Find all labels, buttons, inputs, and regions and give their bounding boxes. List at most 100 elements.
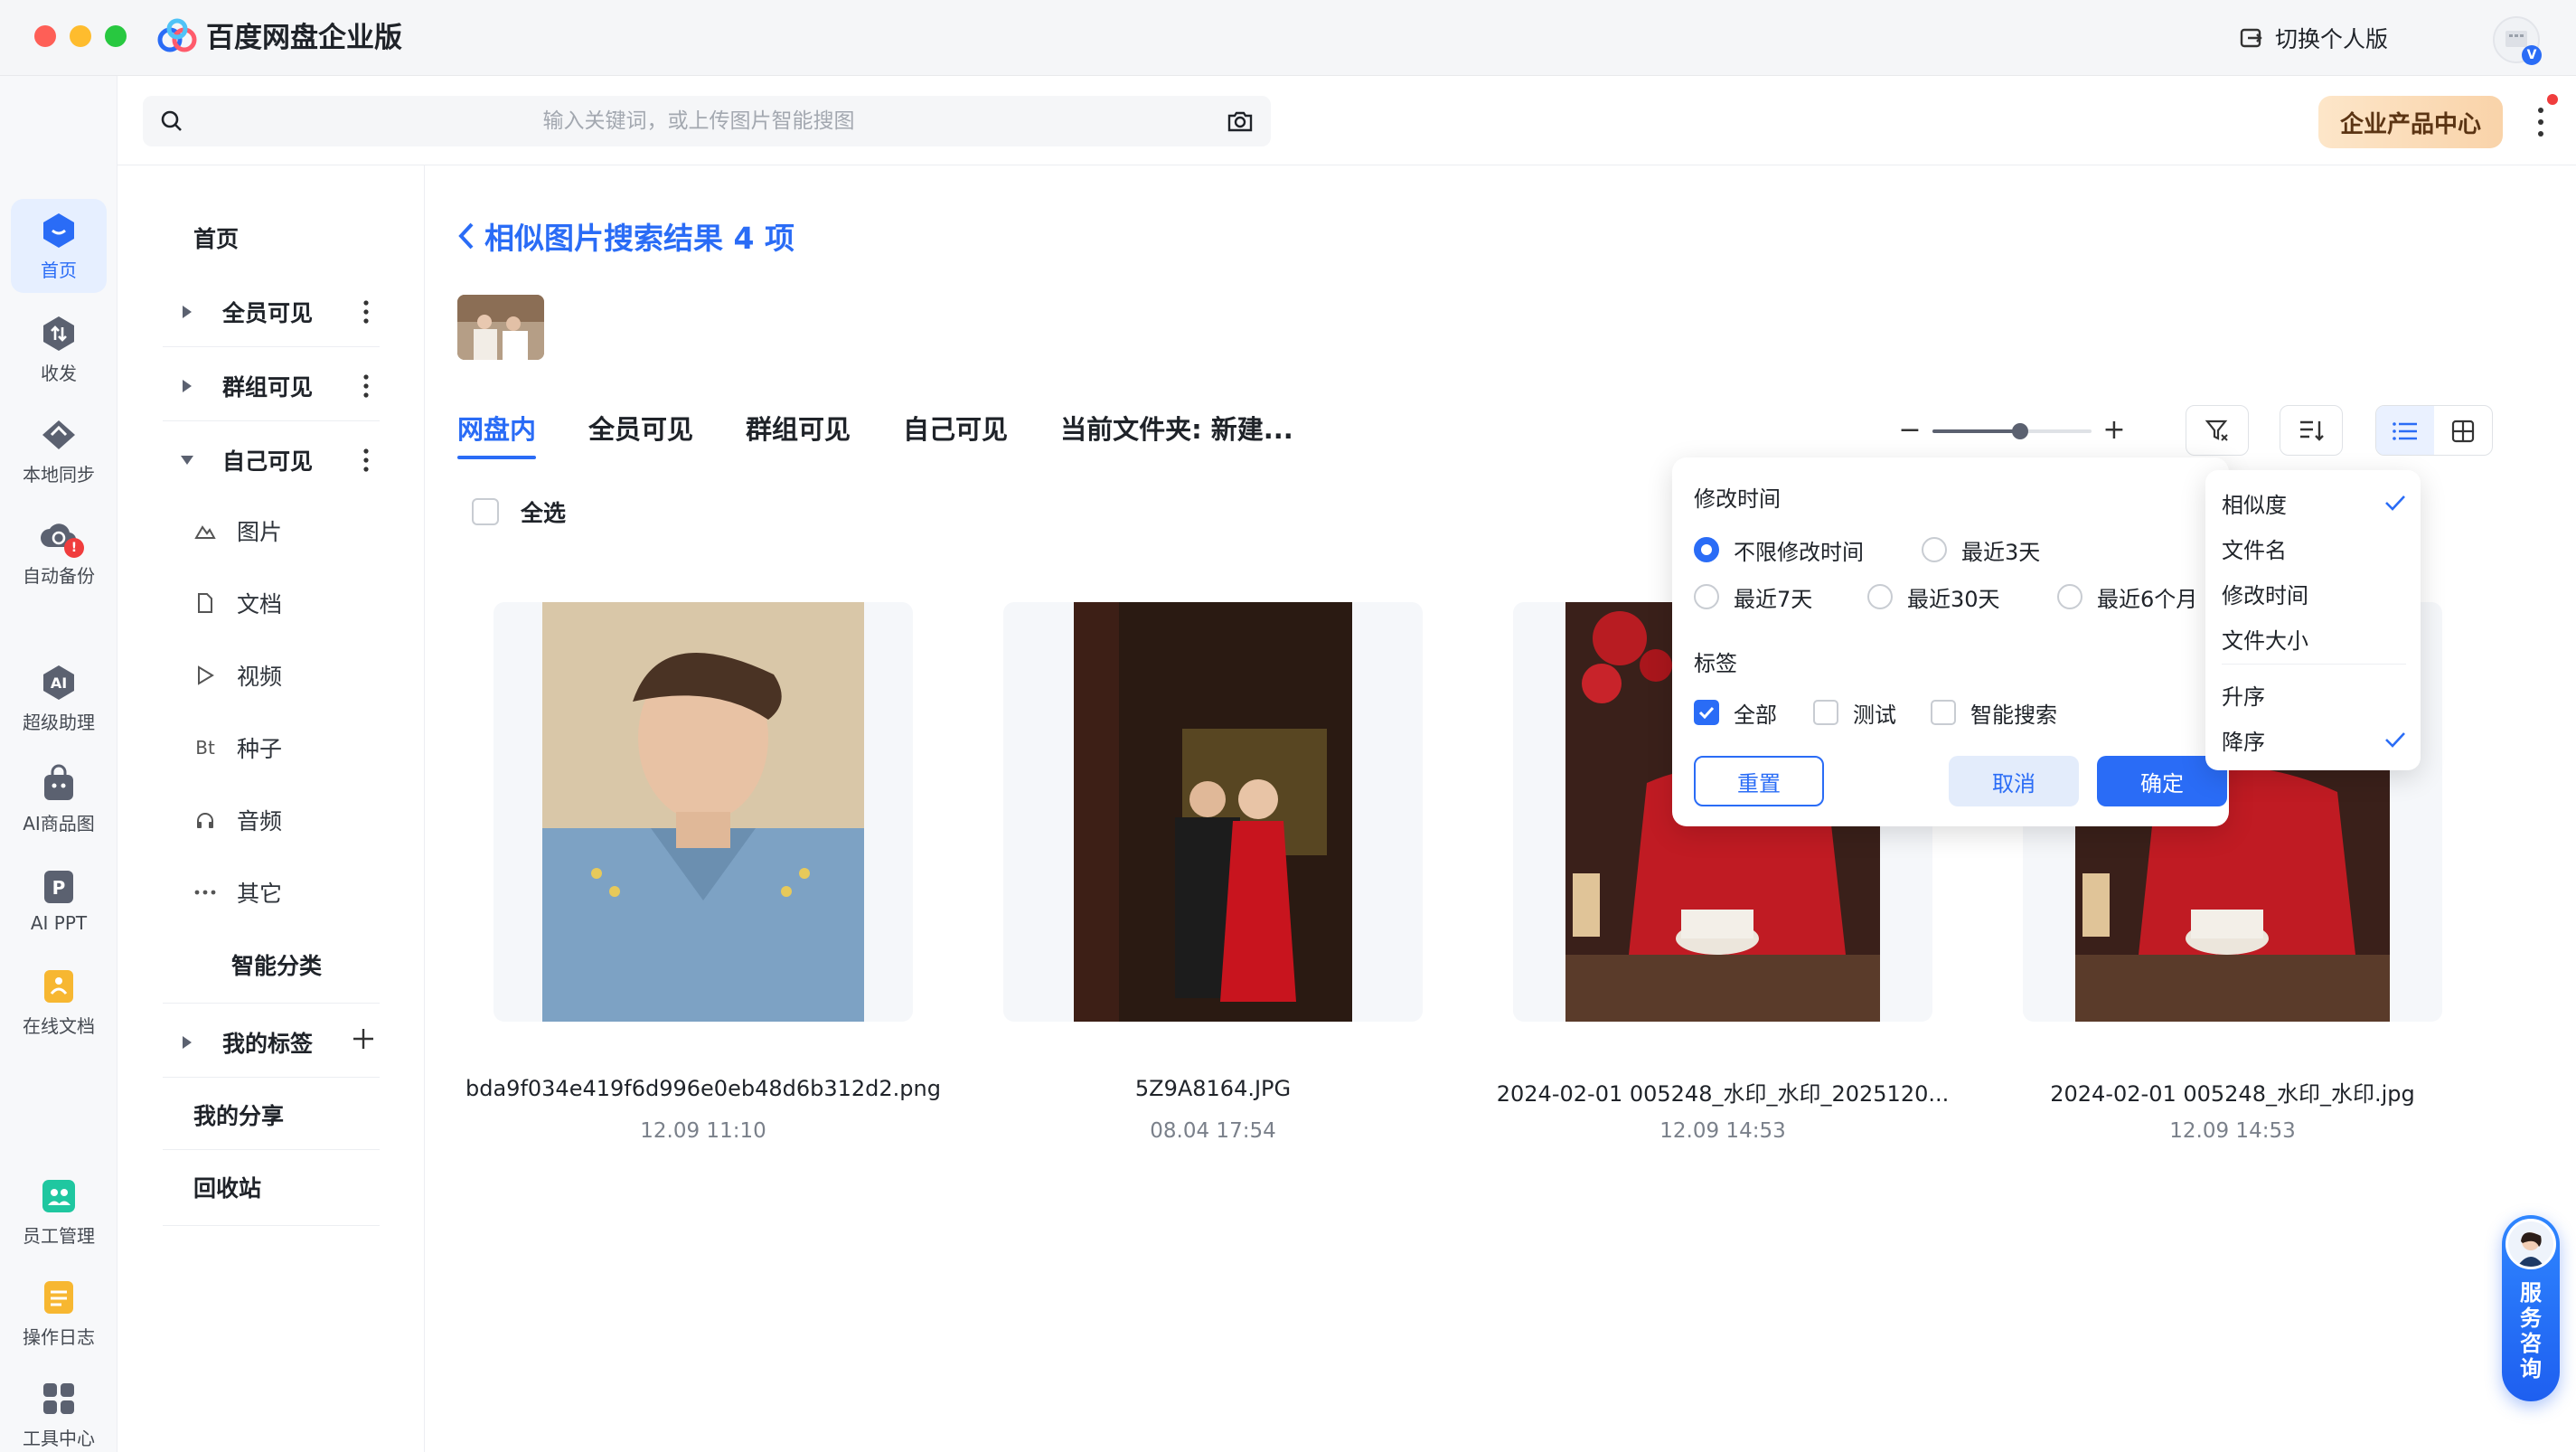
- nav-sub-video[interactable]: 视频: [163, 646, 380, 704]
- search-input[interactable]: [197, 103, 1200, 139]
- nav-divider: [163, 346, 380, 347]
- rail-item-home[interactable]: 首页: [11, 199, 107, 293]
- tag-option-smart-search[interactable]: 智能搜索: [1931, 694, 2057, 731]
- radio-button[interactable]: [1867, 584, 1893, 609]
- tab-group-visible[interactable]: 群组可见: [746, 409, 851, 454]
- back-chevron-icon[interactable]: [457, 222, 475, 250]
- sort-option-filename[interactable]: 文件名: [2222, 526, 2406, 570]
- sort-option-modified[interactable]: 修改时间: [2222, 571, 2406, 615]
- minimize-window-button[interactable]: [70, 25, 91, 47]
- nav-my-tags[interactable]: 我的标签: [163, 1014, 380, 1071]
- nav-sub-document[interactable]: 文档: [163, 574, 380, 632]
- tab-all-visible[interactable]: 全员可见: [588, 409, 693, 454]
- time-option-30days[interactable]: 最近30天: [1867, 579, 2000, 615]
- rail-item-transfer[interactable]: 收发: [11, 302, 107, 396]
- nav-sub-image[interactable]: 图片: [163, 502, 380, 560]
- add-tag-icon[interactable]: [351, 1026, 376, 1051]
- radio-button[interactable]: [1694, 584, 1719, 609]
- rail-item-online-doc[interactable]: 在线文档: [11, 955, 107, 1049]
- rail-item-ai-product[interactable]: AI商品图: [11, 752, 107, 846]
- checkbox[interactable]: [1694, 700, 1719, 725]
- radio-button[interactable]: [1922, 537, 1947, 562]
- close-window-button[interactable]: [34, 25, 56, 47]
- sort-option-size[interactable]: 文件大小: [2222, 617, 2406, 660]
- zoom-slider[interactable]: [1932, 423, 2092, 439]
- rail-item-ai-assistant[interactable]: AI 超级助理: [11, 651, 107, 745]
- checkbox[interactable]: [1813, 700, 1838, 725]
- query-image-thumbnail[interactable]: [457, 295, 544, 360]
- grid-view-button[interactable]: [2434, 406, 2492, 455]
- more-vertical-icon[interactable]: [362, 299, 371, 325]
- file-date: 08.04 17:54: [1150, 1119, 1276, 1143]
- time-option-any[interactable]: 不限修改时间: [1694, 532, 1864, 568]
- nav-self-visible[interactable]: 自己可见: [163, 431, 380, 489]
- maximize-window-button[interactable]: [105, 25, 127, 47]
- nav-home[interactable]: 首页: [163, 209, 380, 267]
- file-name[interactable]: bda9f034e419f6d996e0eb48d6b312d2.png: [450, 1076, 956, 1101]
- expand-triangle-icon[interactable]: [175, 378, 199, 394]
- file-name[interactable]: 2024-02-01 005248_水印_水印_2025120...: [1470, 1076, 1976, 1108]
- tab-self-visible[interactable]: 自己可见: [903, 409, 1008, 454]
- camera-search-icon[interactable]: [1226, 107, 1255, 136]
- rail-item-sync[interactable]: 本地同步: [11, 403, 107, 497]
- file-thumbnail-image: [542, 602, 864, 1022]
- zoom-out-button[interactable]: −: [1896, 416, 1923, 445]
- expand-triangle-icon[interactable]: [175, 304, 199, 320]
- time-option-7days[interactable]: 最近7天: [1694, 579, 1812, 615]
- nav-my-share[interactable]: 我的分享: [163, 1086, 380, 1144]
- switch-personal-button[interactable]: 切换个人版: [2239, 18, 2388, 58]
- rail-item-log[interactable]: 操作日志: [11, 1266, 107, 1360]
- zoom-in-button[interactable]: +: [2101, 416, 2128, 445]
- nav-divider: [163, 1149, 380, 1150]
- rail-item-ai-ppt[interactable]: P AI PPT: [11, 853, 107, 948]
- tab-in-drive[interactable]: 网盘内: [457, 409, 537, 459]
- enterprise-center-button[interactable]: 企业产品中心: [2318, 96, 2503, 148]
- select-all-checkbox[interactable]: [472, 498, 499, 525]
- more-vertical-icon[interactable]: [362, 373, 371, 399]
- nav-all-visible[interactable]: 全员可见: [163, 283, 380, 341]
- nav-recycle-bin[interactable]: 回收站: [163, 1158, 380, 1216]
- checkbox[interactable]: [1931, 700, 1956, 725]
- rail-item-tools[interactable]: 工具中心: [11, 1367, 107, 1452]
- sort-option-ascending[interactable]: 升序: [2222, 673, 2406, 716]
- search-icon[interactable]: [159, 108, 184, 134]
- sort-option-descending[interactable]: 降序: [2222, 718, 2406, 761]
- tag-option-all[interactable]: 全部: [1694, 694, 1777, 731]
- select-all[interactable]: 全选: [472, 495, 566, 528]
- radio-button[interactable]: [1694, 537, 1719, 562]
- time-option-label: 最近6个月: [2097, 586, 2198, 612]
- sort-option-similarity[interactable]: 相似度: [2222, 481, 2406, 524]
- file-card[interactable]: [1003, 602, 1423, 1022]
- cancel-button[interactable]: 取消: [1949, 756, 2079, 806]
- radio-button[interactable]: [2057, 584, 2082, 609]
- nav-sub-audio[interactable]: 音频: [163, 791, 380, 849]
- time-option-3days[interactable]: 最近3天: [1922, 532, 2040, 568]
- time-option-6months[interactable]: 最近6个月: [2057, 579, 2197, 615]
- rail-item-backup[interactable]: ! 自动备份: [11, 504, 107, 599]
- nav-sub-other[interactable]: 其它: [163, 863, 380, 921]
- user-avatar[interactable]: V: [2493, 16, 2542, 65]
- filter-button[interactable]: [2186, 405, 2249, 456]
- service-consult-button[interactable]: 服务咨询: [2502, 1215, 2560, 1401]
- sort-button[interactable]: [2280, 405, 2343, 456]
- svg-text:AI: AI: [51, 674, 67, 692]
- nav-group-visible[interactable]: 群组可见: [163, 357, 380, 415]
- more-menu-icon[interactable]: [2527, 101, 2554, 143]
- rail-item-staff[interactable]: 员工管理: [11, 1164, 107, 1259]
- secondary-nav: 首页 全员可见 群组可见 自己可见 图片 文档 视频 Bt 种子 音频 其它 智…: [118, 165, 425, 1452]
- headphones-icon: [193, 811, 217, 829]
- expand-triangle-icon[interactable]: [175, 1034, 199, 1051]
- reset-button[interactable]: 重置: [1694, 756, 1824, 806]
- tab-current-folder[interactable]: 当前文件夹: 新建...: [1060, 409, 1293, 454]
- more-vertical-icon[interactable]: [362, 448, 371, 473]
- nav-smart-category[interactable]: 智能分类: [163, 936, 380, 994]
- file-card[interactable]: [494, 602, 913, 1022]
- file-name[interactable]: 2024-02-01 005248_水印_水印.jpg: [1979, 1076, 2486, 1108]
- tag-option-test[interactable]: 测试: [1813, 694, 1896, 731]
- collapse-triangle-icon[interactable]: [175, 454, 199, 467]
- file-name[interactable]: 5Z9A8164.JPG: [960, 1076, 1466, 1101]
- list-view-button[interactable]: [2376, 406, 2434, 455]
- filter-tag-title: 标签: [1694, 651, 1737, 676]
- zoom-slider-handle[interactable]: [2011, 423, 2028, 439]
- nav-sub-torrent[interactable]: Bt 种子: [163, 719, 380, 777]
